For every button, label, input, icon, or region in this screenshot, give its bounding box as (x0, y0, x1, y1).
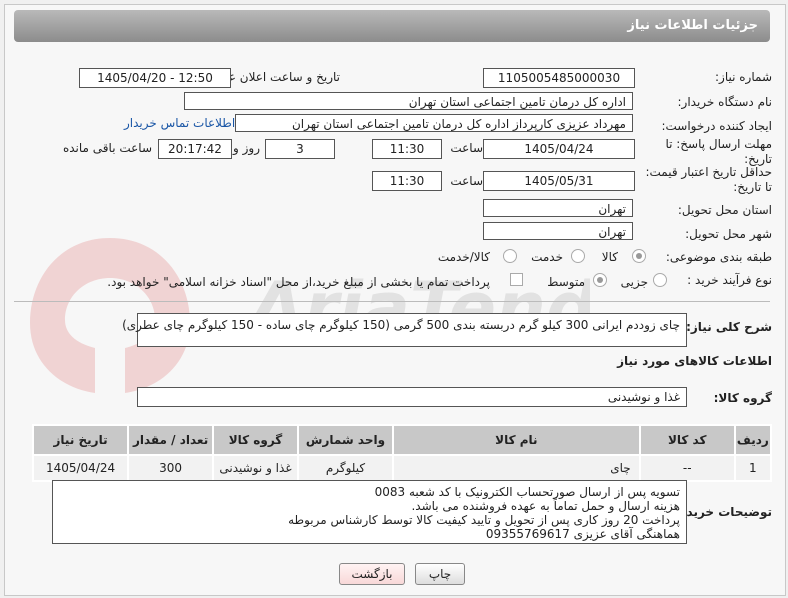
col-date: تاریخ نیاز (31, 424, 130, 456)
buyer-contact-link[interactable]: اطلاعات تماس خریدار (124, 116, 235, 130)
price-time-label: ساعت (450, 174, 483, 188)
goods-table: ردیف کد کالا نام کالا واحد شمارش گروه کا… (31, 424, 773, 482)
col-group: گروه کالا (212, 424, 299, 456)
process-radio-medium[interactable] (593, 273, 607, 287)
remaining-time-field: 20:17:42 (158, 139, 232, 159)
price-time-field: 11:30 (372, 171, 442, 191)
goods-table-header: ردیف کد کالا نام کالا واحد شمارش گروه کا… (31, 424, 773, 456)
need-number-label: شماره نیاز: (715, 70, 772, 84)
title-bar: جزئیات اطلاعات نیاز (14, 10, 770, 42)
category-label: طبقه بندی موضوعی: (665, 250, 772, 264)
reply-date-field: 1405/04/24 (483, 139, 635, 159)
col-row: ردیف (733, 424, 773, 456)
process-label: نوع فرآیند خرید : (687, 273, 772, 287)
buyer-org-label: نام دستگاه خریدار: (677, 95, 773, 109)
buyer-notes-textarea[interactable]: تسویه پس از ارسال صورتحساب الکترونیک با … (52, 480, 687, 544)
process-option-partial: جزیی (620, 275, 648, 289)
creator-field: مهرداد عزیزی کارپرداز اداره کل درمان تام… (235, 114, 633, 132)
city-label: شهر محل تحویل: (685, 227, 772, 241)
category-option-goods: کالا (601, 250, 618, 264)
category-option-goods-service: کالا/خدمت (437, 250, 490, 264)
category-radio-service[interactable] (571, 249, 585, 263)
col-unit: واحد شمارش (296, 424, 395, 456)
cell-row: 1 (733, 454, 773, 482)
cell-unit: کیلوگرم (296, 454, 395, 482)
payment-checkbox[interactable] (510, 273, 523, 286)
cell-date: 1405/04/24 (31, 454, 130, 482)
goods-group-label: گروه کالا: (713, 391, 772, 405)
goods-group-value: غذا و نوشیدنی (607, 390, 680, 404)
province-label: استان محل تحویل: (677, 203, 772, 217)
goods-group-field: غذا و نوشیدنی (137, 387, 687, 407)
creator-label: ایجاد کننده درخواست: (661, 119, 772, 133)
category-option-service: خدمت (531, 250, 563, 264)
goods-section-title: اطلاعات کالاهای مورد نیاز (617, 354, 772, 368)
cell-qty: 300 (127, 454, 215, 482)
col-qty: تعداد / مقدار (127, 424, 215, 456)
price-validity-label: حداقل تاریخ اعتبار قیمت: تا تاریخ: (645, 165, 772, 194)
category-radio-goods[interactable] (632, 249, 646, 263)
cell-name: چای (392, 454, 641, 482)
buyer-notes-line2: هزینه ارسال و حمل تماماً به عهده فروشنده… (411, 499, 680, 513)
announce-field: 1405/04/20 - 12:50 (79, 68, 231, 88)
description-text: چای زوددم ایرانی 300 کیلو گرم دربسته بند… (122, 318, 680, 332)
payment-note: پرداخت تمام یا بخشی از مبلغ خرید،از محل … (107, 275, 490, 289)
buyer-notes-line1: تسویه پس از ارسال صورتحساب الکترونیک با … (374, 485, 680, 499)
price-date-field: 1405/05/31 (483, 171, 635, 191)
buyer-org-field: اداره کل درمان تامین اجتماعی استان تهران (184, 92, 633, 110)
reply-time-label: ساعت (450, 141, 483, 155)
description-label: شرح کلی نیاز: (686, 320, 772, 334)
days-label: روز و (233, 141, 260, 155)
province-field: تهران (483, 199, 633, 217)
col-code: کد کالا (638, 424, 736, 456)
cell-code: -- (638, 454, 736, 482)
buyer-notes-line4: هماهنگی آقای عزیزی 09355769617 (485, 527, 680, 541)
reply-time-field: 11:30 (372, 139, 442, 159)
table-row: 1 -- چای کیلوگرم غذا و نوشیدنی 300 1405/… (31, 454, 773, 482)
process-option-medium: متوسط (547, 275, 585, 289)
col-name: نام کالا (392, 424, 641, 456)
reply-deadline-label: مهلت ارسال پاسخ: تا تاریخ: (665, 137, 772, 166)
cell-group: غذا و نوشیدنی (212, 454, 299, 482)
page-title: جزئیات اطلاعات نیاز (627, 18, 758, 33)
remaining-label: ساعت باقی مانده (62, 141, 152, 155)
description-textarea[interactable]: چای زوددم ایرانی 300 کیلو گرم دربسته بند… (122, 313, 687, 347)
category-radio-goods-service[interactable] (503, 249, 517, 263)
city-field: تهران (483, 222, 633, 240)
print-button[interactable]: چاپ (415, 563, 465, 585)
days-field: 3 (265, 139, 335, 159)
need-number-field: 1105005485000030 (483, 68, 635, 88)
divider (14, 301, 770, 302)
process-radio-partial[interactable] (653, 273, 667, 287)
buyer-notes-line3: پرداخت 20 روز کاری پس از تحویل و تایید ک… (288, 513, 680, 527)
back-button[interactable]: بازگشت (339, 563, 405, 585)
